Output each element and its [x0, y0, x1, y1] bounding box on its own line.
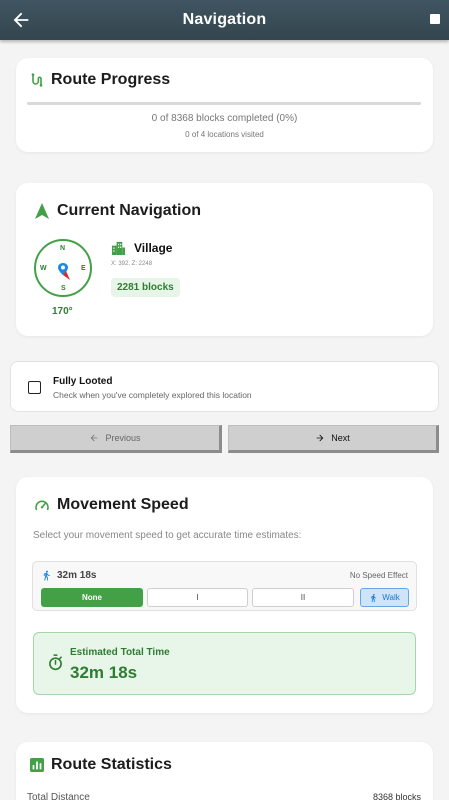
arrow-left-icon [91, 434, 98, 442]
buildings-icon [111, 241, 126, 255]
movement-speed-card: Movement Speed Select your movement spee… [16, 477, 433, 713]
blocks-completed-text: 0 of 8368 blocks completed (0%) [151, 113, 298, 124]
estimated-time-box: Estimated Total Time 32m 18s [33, 632, 416, 695]
bar-chart-icon [30, 758, 44, 772]
walking-person-icon [371, 593, 377, 602]
speed-option-2[interactable]: II [252, 588, 354, 607]
fully-looted-checkbox[interactable] [28, 381, 41, 394]
compass-needle-icon [58, 263, 70, 280]
next-button-label: Next [331, 433, 350, 443]
movement-speed-description: Select your movement speed to get accura… [33, 530, 302, 541]
previous-button-label: Previous [105, 433, 141, 443]
route-icon [31, 73, 43, 87]
total-distance-value: 8368 blocks [372, 792, 421, 800]
walk-mode-label: Walk [382, 593, 400, 602]
speed-effect-label: No Speed Effect [349, 571, 408, 580]
speed-option-none[interactable]: None [41, 588, 143, 607]
route-statistics-title: Route Statistics [51, 756, 172, 773]
fully-looted-row[interactable]: Fully Looted Check when you've completel… [10, 361, 439, 412]
app-bar: Navigation [0, 0, 449, 40]
heading-degrees: 170° [52, 306, 73, 317]
current-navigation-title: Current Navigation [57, 202, 202, 219]
current-navigation-card: Current Navigation N S E W 170° Village … [16, 183, 433, 336]
compass-west: W [40, 265, 47, 272]
fully-looted-label: Fully Looted [53, 376, 113, 387]
location-name: Village [134, 241, 173, 255]
movement-speed-title: Movement Speed [57, 496, 189, 513]
estimated-time-label: Estimated Total Time [70, 647, 170, 658]
compass-north: N [60, 245, 66, 252]
back-arrow-icon[interactable] [10, 9, 32, 31]
route-statistics-card: Route Statistics Total Distance 8368 blo… [16, 742, 433, 800]
previous-button[interactable]: Previous [10, 425, 222, 453]
stopwatch-icon [49, 654, 62, 671]
compass-south: S [61, 285, 66, 292]
speed-option-1[interactable]: I [147, 588, 248, 607]
location-coordinates: X: 392, Z: 2248 [111, 261, 153, 267]
compass: N S E W [34, 239, 92, 297]
speed-travel-time: 32m 18s [57, 570, 97, 581]
next-button[interactable]: Next [228, 425, 439, 453]
total-distance-label: Total Distance [27, 792, 90, 800]
navigation-arrow-icon [35, 203, 49, 219]
locations-visited-text: 0 of 4 locations visited [185, 130, 264, 139]
route-progress-card: Route Progress 0 of 8368 blocks complete… [16, 58, 433, 152]
walk-mode-toggle[interactable]: Walk [360, 588, 409, 607]
page-title: Navigation [182, 11, 267, 28]
route-progress-title: Route Progress [51, 71, 171, 88]
distance-badge: 2281 blocks [111, 278, 180, 297]
estimated-time-value: 32m 18s [70, 663, 138, 682]
walking-person-icon [43, 570, 50, 581]
arrow-right-icon [316, 434, 324, 442]
speedometer-icon [35, 500, 49, 511]
compass-east: E [81, 265, 86, 272]
speed-selector-panel: 32m 18s No Speed Effect None I II Walk [32, 561, 417, 611]
fully-looted-description: Check when you've completely explored th… [53, 390, 252, 400]
progress-bar [27, 102, 421, 105]
stop-icon[interactable] [430, 14, 440, 24]
